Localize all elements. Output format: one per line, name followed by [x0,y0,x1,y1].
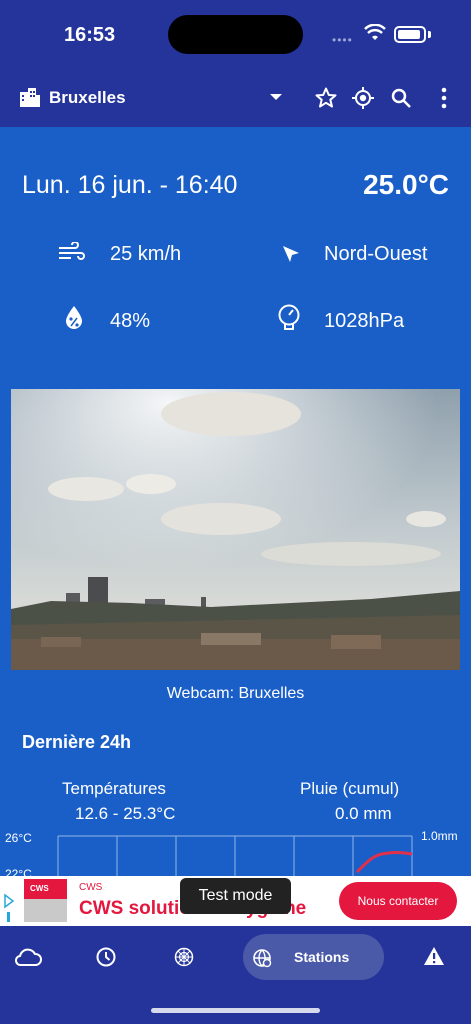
rain-label: Pluie (cumul) [300,779,400,798]
rain-value: 0.0 mm [335,804,392,823]
observation-datetime: Lun. 16 jun. - 16:40 [22,171,238,199]
battery-icon [394,26,426,43]
bottom-navigation: Stations [0,926,471,1024]
section-title-last-24h: Dernière 24h [22,732,132,752]
dropdown-icon[interactable] [270,94,282,100]
pressure: 1028hPa [324,310,405,332]
y-tick-left: 22°C [5,867,32,876]
humidity-icon [66,306,82,329]
ad-contact-button[interactable]: Nous contacter [339,882,457,920]
temperatures-label: Températures [62,779,166,798]
current-temperature: 25.0°C [363,169,449,200]
warning-icon[interactable] [423,946,445,966]
app-bar: Bruxelles [0,70,471,127]
city-icon [20,88,40,107]
signal-icon: •••• [332,33,353,47]
temperature-series-line [355,851,413,874]
wind-direction: Nord-Ouest [324,243,428,265]
humidity: 48% [110,310,151,332]
temperatures-range: 12.6 - 25.3°C [75,804,176,823]
dynamic-island [168,15,303,54]
cloud-icon[interactable] [13,946,43,968]
battery-tip [428,31,431,38]
y-tick-right: 1.0mm [421,829,458,843]
wifi-icon [364,24,386,40]
webcam-image[interactable] [11,389,460,670]
more-icon[interactable] [436,86,452,110]
clock-icon[interactable] [95,946,117,968]
city-selector[interactable]: Bruxelles [49,88,126,108]
pressure-gauge-icon [278,304,300,330]
ad-brand: CWS [79,882,103,893]
status-time: 16:53 [64,24,116,46]
search-icon[interactable] [389,86,413,110]
ad-logo: CWS [24,879,67,922]
wind-direction-icon [283,246,299,262]
locate-icon[interactable] [351,86,375,110]
wind-icon [59,242,85,260]
ad-info-icon[interactable] [3,893,15,923]
test-mode-toast: Test mode [180,878,291,914]
webcam-caption: Webcam: Bruxelles [166,685,305,702]
wind-speed: 25 km/h [110,243,182,265]
status-bar: 16:53 •••• [0,0,471,70]
y-tick-left: 26°C [5,831,32,845]
nav-item-stations[interactable]: Stations [243,934,384,980]
home-indicator [151,1008,320,1013]
star-icon[interactable] [314,86,338,110]
nav-item-stations-label: Stations [294,949,350,965]
last-24h-chart: 26°C 22°C 1.0mm [5,829,458,876]
radar-icon[interactable] [173,946,195,968]
stations-icon [253,949,272,968]
